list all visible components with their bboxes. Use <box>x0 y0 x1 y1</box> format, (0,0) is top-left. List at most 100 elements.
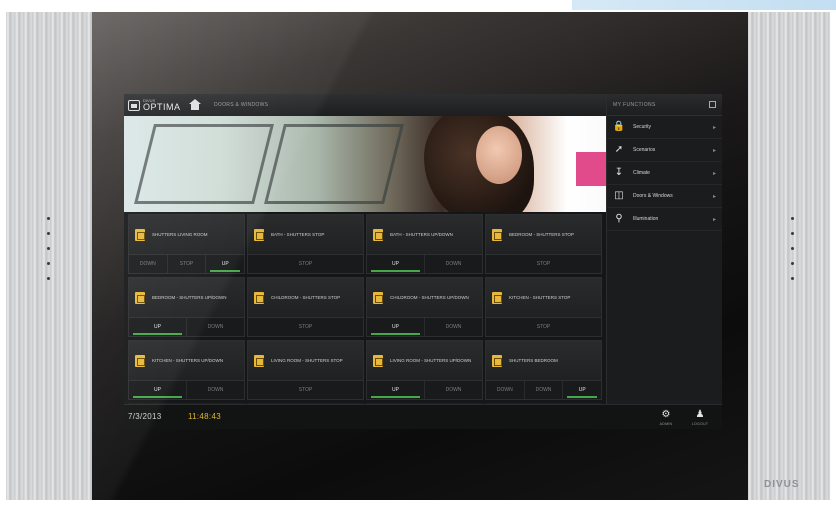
tile-name: CHILDROOM - SHUTTERS UP/DOWN <box>390 294 469 300</box>
top-bar: DIVUS OPTIMA DOORS & WINDOWS <box>124 94 606 116</box>
sidebar-item-label: Security <box>633 124 652 130</box>
tile-name: KITCHEN - SHUTTERS STOP <box>509 294 571 300</box>
tile-name: KITCHEN - SHUTTERS UP/DOWN <box>152 357 224 363</box>
shutter-icon <box>492 354 502 367</box>
menu-icon[interactable] <box>709 101 716 108</box>
up-button[interactable]: UP <box>367 381 424 399</box>
down-button[interactable]: DOWN <box>486 381 524 399</box>
thermometer-icon: ↧ <box>614 167 624 178</box>
stop-button[interactable]: STOP <box>166 255 206 273</box>
down-button[interactable]: DOWN <box>186 381 244 399</box>
tile: BATH - SHUTTERS STOP STOP <box>247 214 364 274</box>
tile: SHUTTERS BEDROOM DOWN DOWN UP <box>485 340 602 400</box>
photo-window-frame <box>264 124 404 204</box>
shutter-icon <box>135 354 145 367</box>
stop-button[interactable]: STOP <box>248 381 363 399</box>
home-icon[interactable] <box>188 99 202 111</box>
lock-icon: 🔒 <box>612 121 626 132</box>
shutter-icon <box>135 291 145 304</box>
bulb-icon: ⚲ <box>615 213 623 224</box>
shutter-icon <box>492 228 502 241</box>
up-button[interactable]: UP <box>205 255 245 273</box>
tile: SHUTTERS LIVING ROOM DOWN STOP UP <box>128 214 245 274</box>
tile-name: CHILDROOM - SHUTTERS STOP <box>271 294 341 300</box>
tile-name: LIVING ROOM - SHUTTERS UP/DOWN <box>390 357 472 363</box>
right-speaker-dots <box>791 217 795 280</box>
shutter-tiles-grid: SHUTTERS LIVING ROOM DOWN STOP UP BATH -… <box>128 214 602 427</box>
down-button[interactable]: DOWN <box>424 381 482 399</box>
down-button[interactable]: DOWN <box>186 318 244 336</box>
gear-icon: ⚙ <box>661 408 671 420</box>
wand-icon: ➚ <box>614 144 624 155</box>
shutter-icon <box>254 291 264 304</box>
down-button[interactable]: DOWN <box>523 381 563 399</box>
sidebar-item-label: Doors & Windows <box>633 193 673 199</box>
touch-screen: DIVUS OPTIMA DOORS & WINDOWS SHUTTERS LI… <box>124 94 722 429</box>
shutter-icon <box>135 228 145 241</box>
tile: LIVING ROOM - SHUTTERS UP/DOWN UP DOWN <box>366 340 483 400</box>
logout-label: LOGOUT <box>691 421 709 426</box>
photo-pink-object <box>576 152 606 186</box>
tile: CHILDROOM - SHUTTERS STOP STOP <box>247 277 364 337</box>
tile: KITCHEN - SHUTTERS STOP STOP <box>485 277 602 337</box>
sidebar-item-security[interactable]: 🔒 Security ▸ <box>607 116 722 139</box>
sidebar-item-climate[interactable]: ↧ Climate ▸ <box>607 162 722 185</box>
up-button[interactable]: UP <box>129 318 186 336</box>
logout-button[interactable]: ♟ LOGOUT <box>686 406 714 429</box>
tile-name: BATH - SHUTTERS UP/DOWN <box>390 231 453 237</box>
header-photo <box>124 116 606 212</box>
time-display: 11:48:43 <box>188 412 221 421</box>
tile-name: LIVING ROOM - SHUTTERS STOP <box>271 357 343 363</box>
tile: KITCHEN - SHUTTERS UP/DOWN UP DOWN <box>128 340 245 400</box>
logo-icon <box>128 99 140 111</box>
status-bar: 7/3/2013 11:48:43 ⚙ ADMIN ♟ LOGOUT <box>124 404 722 429</box>
chevron-right-icon: ▸ <box>712 216 716 223</box>
stop-button[interactable]: STOP <box>248 318 363 336</box>
down-button[interactable]: DOWN <box>424 318 482 336</box>
tile: CHILDROOM - SHUTTERS UP/DOWN UP DOWN <box>366 277 483 337</box>
logo-big-text: OPTIMA <box>143 101 181 112</box>
sidebar-item-illumination[interactable]: ⚲ Illumination ▸ <box>607 208 722 231</box>
up-button[interactable]: UP <box>562 381 602 399</box>
chevron-right-icon: ▸ <box>712 170 716 177</box>
shutter-icon <box>254 354 264 367</box>
brand-logo: DIVUS <box>764 479 800 490</box>
user-icon: ♟ <box>695 408 705 420</box>
down-button[interactable]: DOWN <box>424 255 482 273</box>
shutter-icon <box>373 354 383 367</box>
up-button[interactable]: UP <box>367 318 424 336</box>
breadcrumb: DOORS & WINDOWS <box>214 102 269 108</box>
up-button[interactable]: UP <box>367 255 424 273</box>
sidebar-item-scenarios[interactable]: ➚ Scenarios ▸ <box>607 139 722 162</box>
chevron-right-icon: ▸ <box>712 193 716 200</box>
tile-name: SHUTTERS LIVING ROOM <box>152 231 208 237</box>
admin-label: ADMIN <box>659 421 673 426</box>
shutter-icon <box>492 291 502 304</box>
shutter-icon <box>254 228 264 241</box>
stop-button[interactable]: STOP <box>486 255 601 273</box>
sidebar-item-label: Climate <box>633 170 650 176</box>
tile: BEDROOM - SHUTTERS UP/DOWN UP DOWN <box>128 277 245 337</box>
down-button[interactable]: DOWN <box>129 255 167 273</box>
photo-person-face <box>476 126 522 184</box>
tile: LIVING ROOM - SHUTTERS STOP STOP <box>247 340 364 400</box>
tile-name: BEDROOM - SHUTTERS UP/DOWN <box>152 294 227 300</box>
sidebar-title: MY FUNCTIONS <box>613 101 656 108</box>
door-icon: ◫ <box>614 190 624 201</box>
optima-logo[interactable]: DIVUS OPTIMA <box>124 98 186 112</box>
chevron-right-icon: ▸ <box>712 147 716 154</box>
admin-button[interactable]: ⚙ ADMIN <box>652 406 680 429</box>
date-display: 7/3/2013 <box>128 412 162 421</box>
stop-button[interactable]: STOP <box>486 318 601 336</box>
shutter-icon <box>373 291 383 304</box>
background-sky-strip <box>572 0 836 10</box>
tile: BEDROOM - SHUTTERS STOP STOP <box>485 214 602 274</box>
up-button[interactable]: UP <box>129 381 186 399</box>
shutter-icon <box>373 228 383 241</box>
sidebar-item-doors-windows[interactable]: ◫ Doors & Windows ▸ <box>607 185 722 208</box>
tile-name: BEDROOM - SHUTTERS STOP <box>509 231 574 237</box>
stop-button[interactable]: STOP <box>248 255 363 273</box>
sidebar-item-label: Illumination <box>633 216 659 222</box>
functions-sidebar: MY FUNCTIONS 🔒 Security ▸ ➚ Scenarios ▸ … <box>606 94 722 429</box>
chevron-right-icon: ▸ <box>712 124 716 131</box>
